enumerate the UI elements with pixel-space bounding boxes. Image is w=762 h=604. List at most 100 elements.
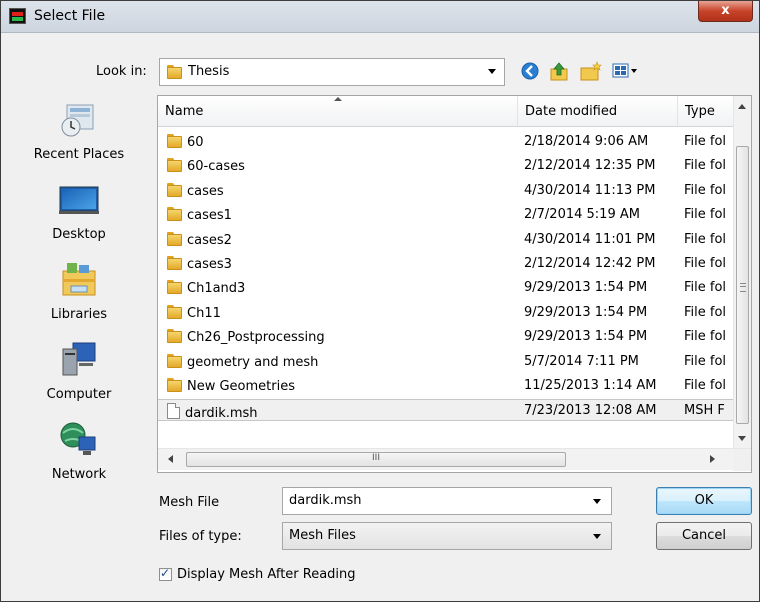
- folder-icon: [167, 65, 182, 79]
- chevron-down-icon[interactable]: [488, 69, 496, 74]
- title-bar[interactable]: Select File x: [1, 1, 759, 33]
- view-menu-icon[interactable]: [612, 61, 640, 81]
- name-cell: cases2: [167, 231, 507, 248]
- place-recent-places[interactable]: Recent Places: [9, 95, 149, 169]
- folder-icon: [167, 329, 182, 344]
- file-name: New Geometries: [187, 379, 295, 394]
- folder-row[interactable]: Ch1and3 9/29/2013 1:54 PM File fol: [158, 277, 733, 299]
- files-of-type-value: Mesh Files: [289, 528, 356, 543]
- column-header-name[interactable]: Name: [158, 96, 518, 126]
- file-list[interactable]: Name Date modified Type 60 2/18/2014 9:06…: [157, 95, 752, 473]
- column-header-date[interactable]: Date modified: [518, 96, 678, 126]
- libraries-icon: [62, 263, 96, 296]
- name-cell: 60: [167, 134, 507, 150]
- display-mesh-checkbox[interactable]: [159, 566, 172, 581]
- type-cell: File fol: [684, 304, 727, 320]
- mesh-file-value: dardik.msh: [289, 493, 362, 508]
- mesh-file-input[interactable]: dardik.msh: [282, 487, 612, 515]
- close-button[interactable]: x: [698, 1, 753, 22]
- file-name: geometry and mesh: [187, 354, 319, 370]
- window-title: Select File: [34, 8, 106, 24]
- folder-row[interactable]: cases 4/30/2014 11:13 PM File fol: [158, 180, 733, 202]
- file-name: Ch11: [187, 305, 221, 321]
- date-modified-cell: 11/25/2013 1:14 AM: [524, 378, 657, 393]
- folder-row[interactable]: 60 2/18/2014 9:06 AM File fol: [158, 131, 733, 153]
- place-computer[interactable]: Computer: [9, 335, 149, 409]
- scroll-thumb[interactable]: [736, 146, 749, 424]
- chevron-down-icon[interactable]: [593, 499, 601, 504]
- network-icon: [60, 422, 96, 455]
- look-in-value: Thesis: [188, 64, 230, 79]
- folder-icon: [167, 158, 182, 173]
- folder-row[interactable]: Ch26_Postprocessing 9/29/2013 1:54 PM File…: [158, 326, 733, 348]
- file-row[interactable]: dardik.msh 7/23/2013 12:08 AM MSH F: [158, 399, 733, 422]
- up-folder-icon[interactable]: [549, 61, 571, 81]
- scroll-left-icon[interactable]: [168, 455, 173, 463]
- file-name: cases1: [187, 208, 232, 224]
- list-header: Name Date modified Type: [158, 96, 733, 127]
- horizontal-scrollbar[interactable]: III: [158, 448, 751, 471]
- folder-icon: [167, 304, 182, 319]
- type-cell: File fol: [684, 158, 727, 174]
- file-name: Ch1and3: [187, 281, 246, 297]
- display-mesh-label[interactable]: Display Mesh After Reading: [177, 567, 356, 582]
- file-name: dardik.msh: [185, 406, 258, 422]
- place-desktop[interactable]: Desktop: [9, 175, 149, 249]
- desktop-icon: [59, 186, 99, 214]
- name-cell: Ch26_Postprocessing: [167, 329, 507, 345]
- place-label: Libraries: [50, 307, 108, 322]
- file-name: cases3: [187, 257, 232, 272]
- place-libraries[interactable]: Libraries: [9, 255, 149, 329]
- folder-row[interactable]: Ch11 9/29/2013 1:54 PM File fol: [158, 302, 733, 324]
- cancel-button[interactable]: Cancel: [656, 522, 752, 550]
- name-cell: cases: [167, 182, 507, 199]
- date-modified-cell: 2/12/2014 12:35 PM: [524, 158, 656, 174]
- type-cell: MSH F: [684, 403, 725, 419]
- ok-button[interactable]: OK: [656, 487, 752, 515]
- chevron-down-icon[interactable]: [593, 534, 601, 539]
- folder-row[interactable]: New Geometries 11/25/2013 1:14 AM File fol: [158, 375, 733, 397]
- places-bar: Recent Places Desktop Libraries Computer…: [9, 95, 149, 513]
- folder-row[interactable]: 60-cases 2/12/2014 12:35 PM File fol: [158, 155, 733, 177]
- folder-icon: [167, 207, 182, 222]
- date-modified-cell: 9/29/2013 1:54 PM: [524, 329, 648, 345]
- type-cell: File fol: [684, 207, 727, 223]
- scroll-up-icon[interactable]: [738, 104, 746, 109]
- new-folder-icon[interactable]: [579, 61, 603, 81]
- computer-icon: [62, 342, 96, 376]
- recent-places-icon: [61, 104, 94, 137]
- column-label: Type: [685, 104, 715, 119]
- place-label: Desktop: [52, 227, 106, 242]
- folder-row[interactable]: cases1 2/7/2014 5:19 AM File fol: [158, 204, 733, 226]
- date-modified-cell: 2/12/2014 12:42 PM: [524, 256, 656, 271]
- type-cell: File fol: [684, 280, 727, 296]
- grip-icon: III: [372, 453, 380, 463]
- look-in-dropdown[interactable]: Thesis: [159, 58, 505, 86]
- vertical-scrollbar[interactable]: [733, 96, 751, 448]
- scroll-down-icon[interactable]: [738, 436, 746, 441]
- place-network[interactable]: Network: [9, 415, 149, 489]
- file-name: 60-cases: [187, 159, 245, 175]
- folder-row[interactable]: geometry and mesh 5/7/2014 7:11 PM File fo…: [158, 351, 733, 373]
- name-cell: dardik.msh: [167, 403, 507, 421]
- scroll-thumb[interactable]: III: [186, 452, 566, 467]
- grip-icon: [740, 283, 746, 292]
- mesh-file-label: Mesh File: [159, 495, 220, 510]
- folder-row[interactable]: cases3 2/12/2014 12:42 PM File fol: [158, 253, 733, 275]
- back-icon[interactable]: [520, 61, 542, 81]
- sort-ascending-icon: [334, 97, 342, 101]
- folder-row[interactable]: cases2 4/30/2014 11:01 PM File fol: [158, 229, 733, 251]
- folder-icon: [167, 182, 182, 197]
- column-label: Date modified: [525, 104, 618, 119]
- date-modified-cell: 9/29/2013 1:54 PM: [524, 280, 648, 296]
- column-header-type[interactable]: Type: [678, 96, 733, 126]
- scroll-corner: [733, 449, 751, 471]
- file-name: cases: [187, 183, 224, 199]
- scroll-right-icon[interactable]: [710, 455, 715, 463]
- folder-icon: [167, 378, 182, 392]
- files-of-type-label: Files of type:: [159, 529, 242, 544]
- folder-icon: [167, 256, 182, 270]
- file-name: 60: [187, 135, 204, 150]
- files-of-type-dropdown[interactable]: Mesh Files: [282, 522, 612, 550]
- type-cell: File fol: [684, 231, 727, 247]
